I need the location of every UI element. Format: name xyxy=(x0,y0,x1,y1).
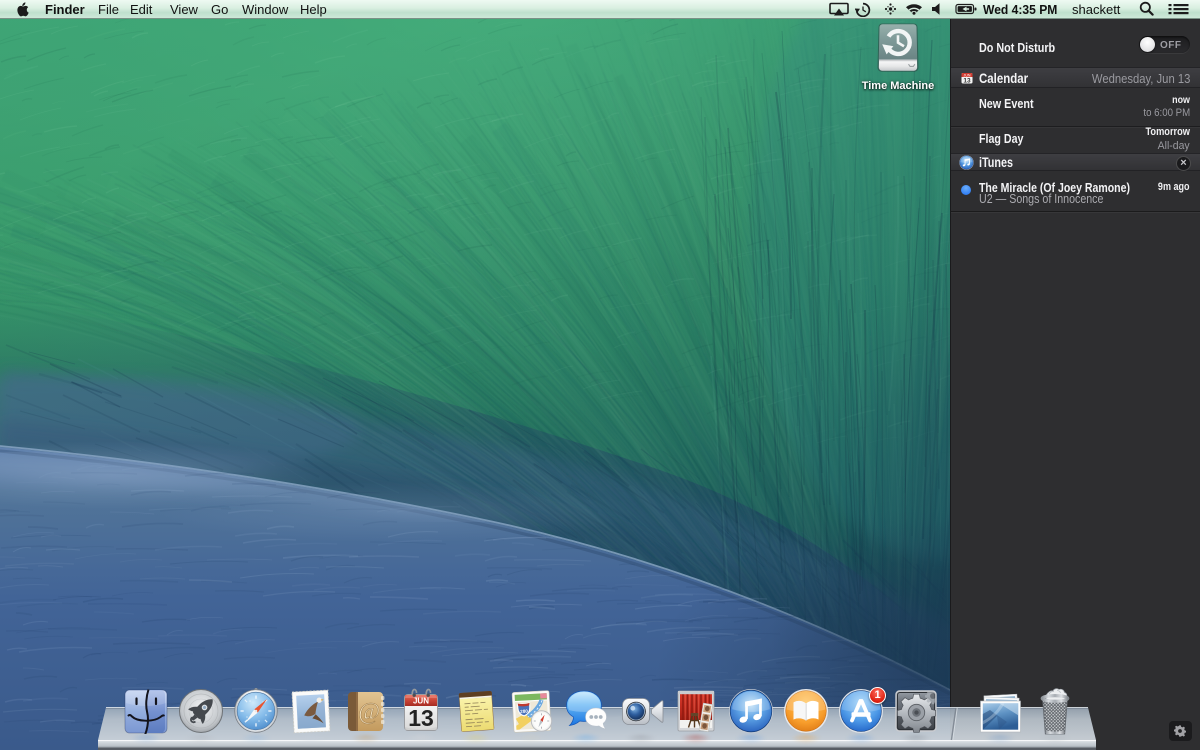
svg-text:13: 13 xyxy=(963,77,971,84)
svg-text:JUN: JUN xyxy=(964,73,971,77)
